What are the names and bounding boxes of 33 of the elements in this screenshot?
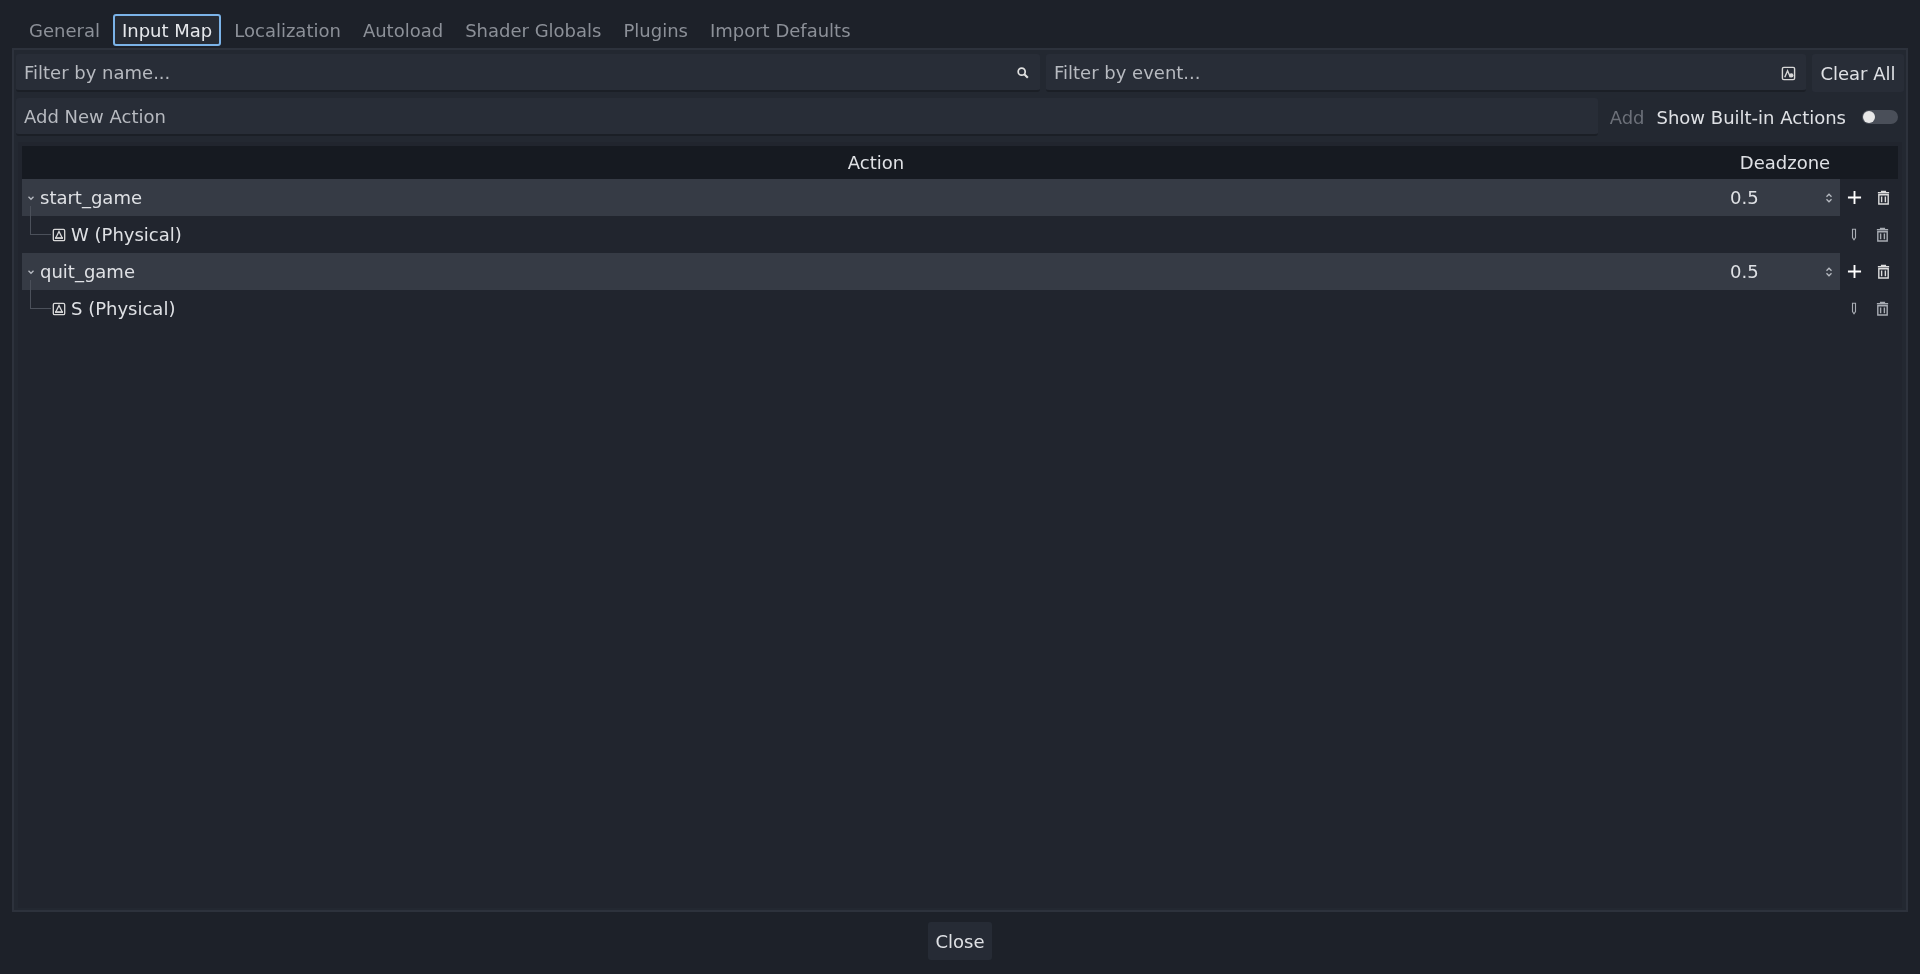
trash-icon[interactable] xyxy=(1876,190,1891,205)
plus-icon[interactable] xyxy=(1847,190,1862,205)
new-action-field[interactable]: Add New Action xyxy=(16,98,1598,136)
tab[interactable]: Shader Globals xyxy=(456,14,611,46)
event-label: S (Physical) xyxy=(71,298,176,319)
trash-icon[interactable] xyxy=(1876,264,1891,279)
search-icon xyxy=(1016,66,1030,80)
tab[interactable]: Localization xyxy=(225,14,350,46)
keyboard-key-icon xyxy=(52,301,66,316)
tab[interactable]: Import Defaults xyxy=(700,14,860,46)
builtin-actions-toggle[interactable] xyxy=(1862,110,1898,124)
column-header: Action xyxy=(846,152,906,173)
deadzone-spinbox[interactable]: 0.5 xyxy=(1730,179,1840,216)
tab[interactable]: Plugins xyxy=(614,14,697,46)
clear-all-button[interactable]: Clear All xyxy=(1812,54,1904,92)
builtin-actions-label: Show Built-in Actions xyxy=(1656,106,1846,128)
spin-arrows-icon xyxy=(1824,191,1834,204)
keyboard-key-icon xyxy=(52,227,66,242)
tab[interactable]: Input Map xyxy=(112,14,222,46)
keyboard-key-icon xyxy=(1781,66,1796,81)
trash-icon[interactable] xyxy=(1875,301,1891,316)
action-name: quit_game xyxy=(40,261,135,282)
spin-arrows-icon xyxy=(1824,265,1834,278)
tab[interactable]: Autoload xyxy=(353,14,453,46)
action-name: start_game xyxy=(40,187,142,208)
deadzone-spinbox[interactable]: 0.5 xyxy=(1730,253,1840,290)
filter-name-field[interactable]: Filter by name... xyxy=(16,54,1040,92)
trash-icon[interactable] xyxy=(1875,227,1891,242)
tab[interactable]: General xyxy=(20,14,109,46)
close-button[interactable]: Close xyxy=(928,922,992,960)
plus-icon[interactable] xyxy=(1847,264,1862,279)
event-label: W (Physical) xyxy=(71,224,182,245)
filter-event-field[interactable]: Filter by event... xyxy=(1046,54,1806,92)
